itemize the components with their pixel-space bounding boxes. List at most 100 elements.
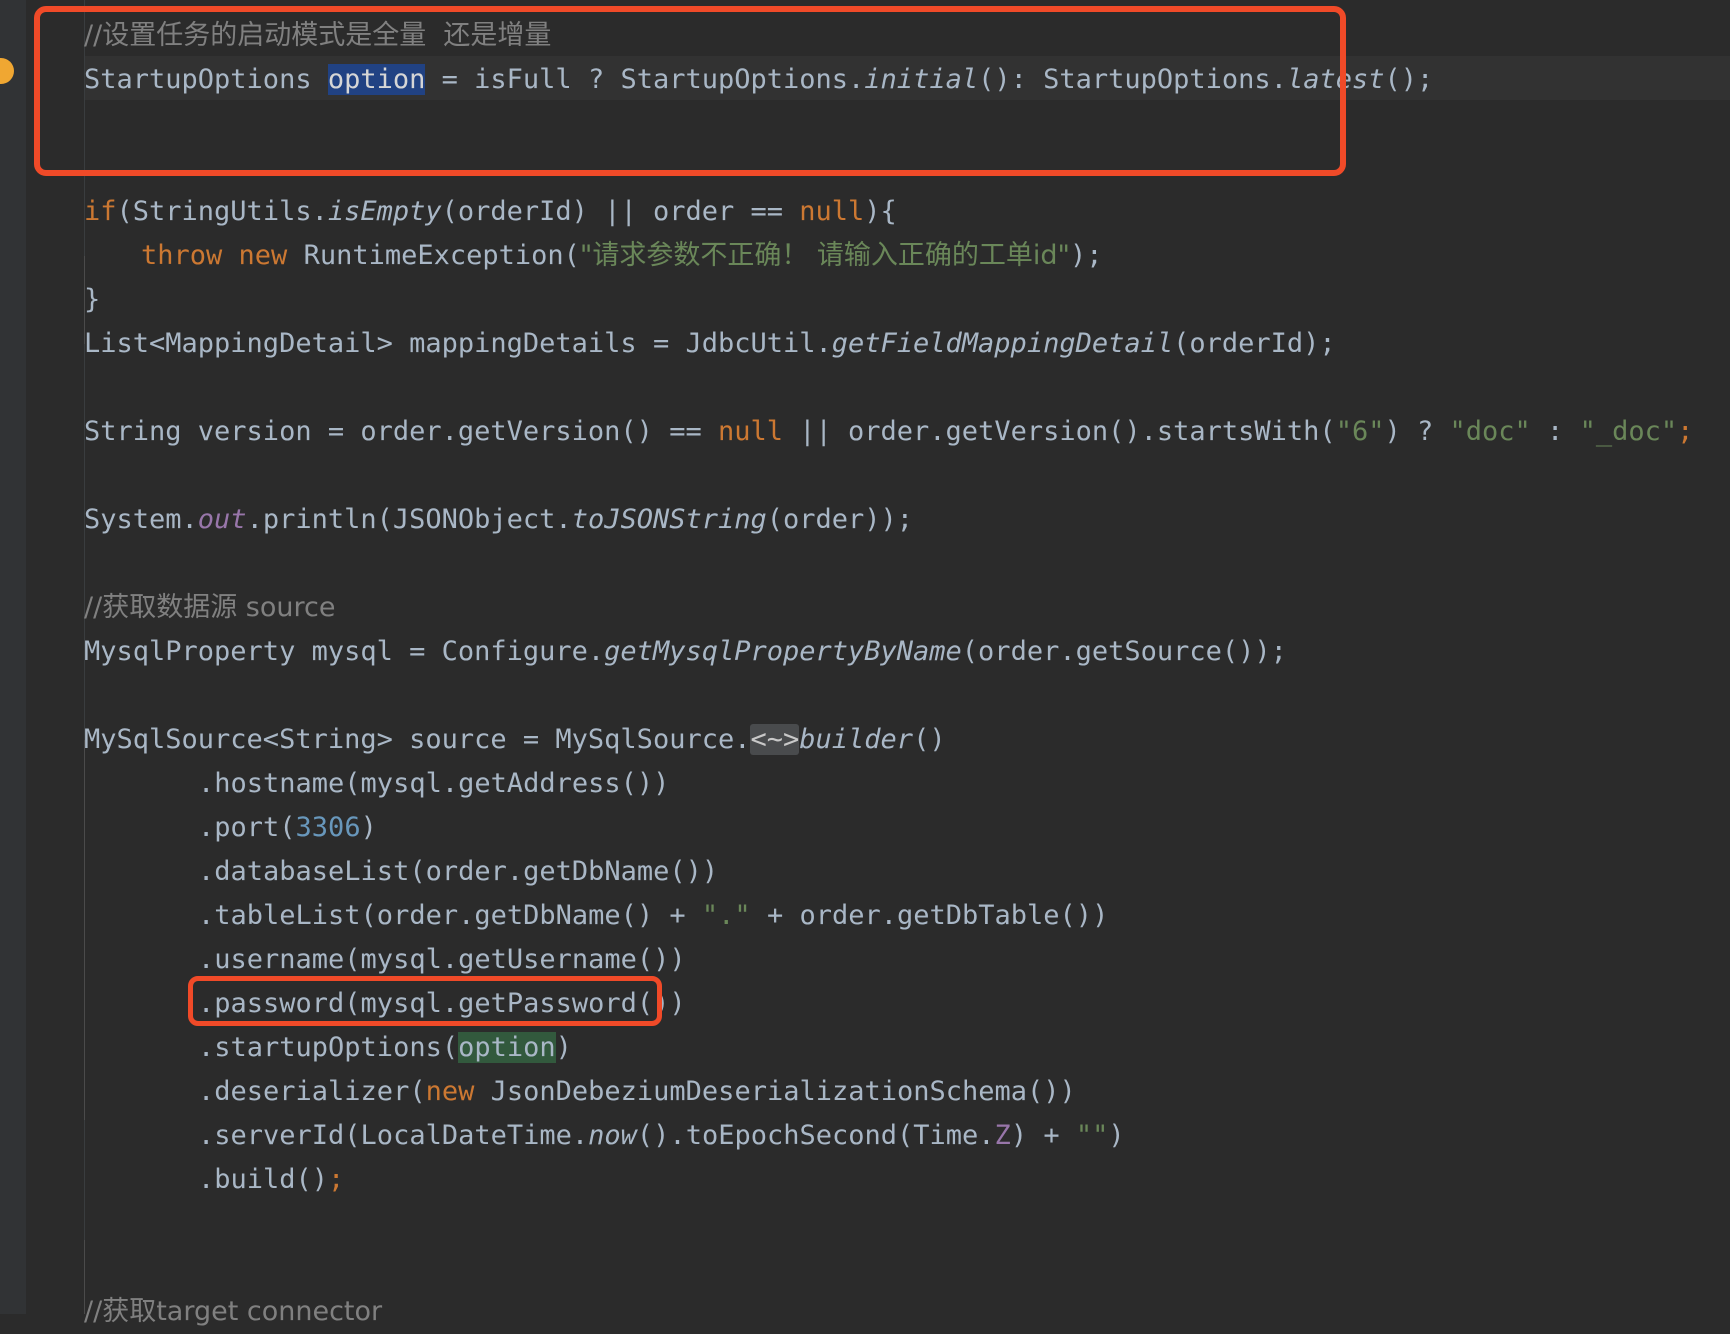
code-line[interactable]: List<MappingDetail> mappingDetails = Jdb… [84, 322, 1730, 366]
code-token: getMysqlPropertyByName [604, 636, 962, 667]
code-token: (); [1384, 64, 1434, 95]
code-token: .hostname(mysql.getAddress()) [198, 768, 670, 799]
code-line[interactable]: .databaseList(order.getDbName()) [84, 850, 1730, 894]
code-line[interactable]: .hostname(mysql.getAddress()) [84, 762, 1730, 806]
code-token: .databaseList(order.getDbName()) [198, 856, 719, 887]
code-line[interactable]: throw new RuntimeException("请求参数不正确！ 请输入… [84, 234, 1730, 278]
code-token: ; [1677, 416, 1694, 447]
code-line[interactable]: //设置任务的启动模式是全量 还是增量 [84, 14, 1730, 58]
code-token: .build() [198, 1164, 329, 1195]
code-token: .println(JSONObject. [246, 504, 572, 535]
code-token: ) [555, 1032, 572, 1063]
code-token: ); [1069, 240, 1103, 271]
code-line[interactable]: .startupOptions(option) [84, 1026, 1730, 1070]
code-token: MysqlProperty mysql = Configure. [84, 636, 605, 667]
code-token: null [799, 196, 865, 227]
code-line[interactable]: } [84, 278, 1730, 322]
code-token: if [84, 196, 117, 227]
code-token: //获取target connector [84, 1296, 383, 1327]
code-token: <~> [750, 724, 800, 755]
code-line[interactable]: .serverId(LocalDateTime.now().toEpochSec… [84, 1114, 1730, 1158]
code-token: "_doc" [1579, 416, 1678, 447]
code-token: "6" [1335, 416, 1385, 447]
code-line[interactable]: .password(mysql.getPassword()) [84, 982, 1730, 1026]
code-token: ) [1108, 1120, 1125, 1151]
code-line[interactable]: MysqlProperty mysql = Configure.getMysql… [84, 630, 1730, 674]
code-token: "." [701, 900, 751, 931]
editor-line-number-strip[interactable] [26, 0, 85, 1314]
code-token: .tableList(order.getDbName() + [198, 900, 702, 931]
code-line[interactable]: .build(); [84, 1158, 1730, 1202]
code-editor[interactable]: //设置任务的启动模式是全量 还是增量 StartupOptions option… [0, 0, 1730, 1327]
code-token: : [1530, 416, 1580, 447]
code-line[interactable]: MySqlSource<String> source = MySqlSource… [84, 718, 1730, 762]
code-token: ) ? [1384, 416, 1450, 447]
code-token: RuntimeException( [303, 240, 580, 271]
code-line[interactable]: .port(3306) [84, 806, 1730, 850]
code-token: getFieldMappingDetail [831, 328, 1174, 359]
code-line[interactable] [84, 674, 1730, 718]
code-line[interactable] [84, 146, 1730, 190]
code-token: ) [360, 812, 377, 843]
code-line[interactable] [84, 542, 1730, 586]
code-token: (order.getSource()); [961, 636, 1287, 667]
code-token: (orderId); [1173, 328, 1336, 359]
code-line[interactable]: String version = order.getVersion() == n… [84, 410, 1730, 454]
code-token: System. [84, 504, 198, 535]
code-token: Z [994, 1120, 1011, 1151]
code-token: (order)); [766, 504, 914, 535]
code-token: "" [1075, 1120, 1109, 1151]
code-line[interactable] [84, 1246, 1730, 1290]
code-token: now [588, 1120, 637, 1151]
code-token: JsonDebeziumDeserializationSchema()) [490, 1076, 1076, 1107]
code-line[interactable]: //获取target connector [84, 1290, 1730, 1334]
code-token: .serverId(LocalDateTime. [198, 1120, 589, 1151]
code-line[interactable] [84, 366, 1730, 410]
code-token: "请求参数不正确！ 请输入正确的工单id" [579, 240, 1070, 271]
code-token: (): StartupOptions. [978, 64, 1287, 95]
code-line[interactable] [84, 454, 1730, 498]
code-line[interactable]: .username(mysql.getUsername()) [84, 938, 1730, 982]
code-token: throw new [141, 240, 304, 271]
code-token: (StringUtils. [116, 196, 328, 227]
code-token: 3306 [295, 812, 361, 843]
code-token: || order.getVersion().startsWith( [783, 416, 1336, 447]
code-token: List<MappingDetail> mappingDetails = Jdb… [84, 328, 832, 359]
code-line[interactable]: StartupOptions option = isFull ? Startup… [84, 58, 1730, 102]
code-token: //获取数据源 source [84, 592, 336, 623]
code-token: String version = order.getVersion() == [84, 416, 718, 447]
code-token: builder [799, 724, 914, 755]
code-token: .username(mysql.getUsername()) [198, 944, 686, 975]
code-token: initial [864, 64, 979, 95]
code-line[interactable]: System.out.println(JSONObject.toJSONStri… [84, 498, 1730, 542]
code-token: out [197, 504, 247, 535]
code-token: ){ [864, 196, 897, 227]
code-token: option [458, 1032, 556, 1063]
code-token: option [327, 64, 426, 95]
code-line[interactable] [84, 1202, 1730, 1246]
code-token: () [913, 724, 946, 755]
code-token: "doc" [1449, 416, 1531, 447]
code-line[interactable]: //获取数据源 source [84, 586, 1730, 630]
lightbulb-icon[interactable] [0, 58, 14, 84]
code-token: } [84, 284, 101, 315]
code-token: = isFull ? StartupOptions. [425, 64, 865, 95]
code-line[interactable] [84, 102, 1730, 146]
code-token: new [425, 1076, 491, 1107]
code-token: ().toEpochSecond(Time. [636, 1120, 995, 1151]
code-token: + order.getDbTable()) [750, 900, 1109, 931]
code-token: .port( [198, 812, 296, 843]
code-token: MySqlSource<String> source = MySqlSource… [84, 724, 751, 755]
code-token: ; [328, 1164, 345, 1195]
code-token: StartupOptions [84, 64, 328, 95]
code-token: //设置任务的启动模式是全量 还是增量 [84, 20, 552, 51]
code-token: (orderId) || order == [441, 196, 800, 227]
editor-gutter[interactable] [0, 0, 27, 1314]
code-line[interactable]: .tableList(order.getDbName() + "." + ord… [84, 894, 1730, 938]
code-content[interactable]: //设置任务的启动模式是全量 还是增量 StartupOptions option… [84, 0, 1730, 1327]
code-line[interactable]: if(StringUtils.isEmpty(orderId) || order… [84, 190, 1730, 234]
code-token: null [717, 416, 783, 447]
code-token: .deserializer( [198, 1076, 426, 1107]
code-line[interactable]: .deserializer(new JsonDebeziumDeserializ… [84, 1070, 1730, 1114]
code-token: .startupOptions( [198, 1032, 459, 1063]
